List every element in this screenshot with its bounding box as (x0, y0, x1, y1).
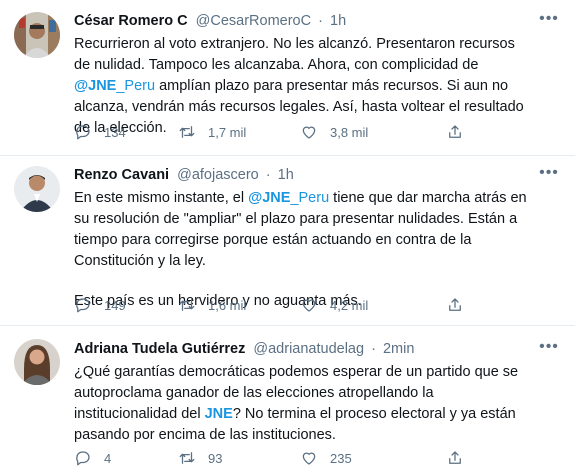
author-name[interactable]: Renzo Cavani (74, 167, 169, 183)
tweet[interactable]: Renzo Cavani @afojascero · 1h ••• En est… (0, 156, 575, 326)
reply-count: 134 (104, 124, 126, 140)
retweet-icon (179, 126, 195, 138)
tweet[interactable]: César Romero C @CesarRomeroC · 1h ••• Re… (0, 0, 575, 156)
retweet-count: 1,6 mil (208, 297, 247, 313)
reply-count: 149 (104, 297, 126, 313)
tweet-actions: 4 93 235 (74, 448, 515, 468)
avatar[interactable] (14, 339, 60, 385)
mention-link[interactable]: @JNE_Peru (74, 78, 155, 94)
share-button[interactable] (446, 448, 476, 468)
mention-bold: JNE (204, 406, 233, 422)
mention-bold: @JNE (74, 78, 117, 94)
mention-rest: _Peru (290, 190, 330, 206)
reply-icon (76, 451, 90, 466)
like-count: 3,8 mil (330, 124, 369, 140)
heart-icon (302, 452, 316, 465)
tweet-text: ¿Qué garantías democráticas podemos espe… (74, 362, 532, 446)
retweet-icon (179, 299, 195, 311)
reply-count: 4 (104, 450, 112, 466)
tweet-text-part: Recurrieron al voto extranjero. No les a… (74, 36, 515, 73)
more-options-icon[interactable]: ••• (539, 339, 559, 360)
tweet-text-part: En este mismo instante, el (74, 190, 249, 206)
mention-link[interactable]: @JNE_Peru (248, 190, 329, 206)
tweet-actions: 134 1,7 mil 3,8 mil (74, 122, 515, 142)
tweet-paragraph: En este mismo instante, el @JNE_Peru tie… (74, 188, 532, 272)
like-count: 235 (330, 450, 352, 466)
share-icon (449, 298, 461, 311)
tweet-actions: 149 1,6 mil 4,2 mil (74, 295, 515, 315)
author-handle[interactable]: @afojascero (177, 167, 259, 183)
avatar[interactable] (14, 12, 60, 58)
like-button[interactable]: 4,2 mil (300, 295, 368, 315)
reply-button[interactable]: 4 (74, 448, 111, 468)
tweet-time[interactable]: 1h (278, 167, 294, 183)
author-handle[interactable]: @CesarRomeroC (196, 13, 311, 29)
separator-dot: · (318, 13, 323, 29)
mention-link[interactable]: JNE (205, 406, 233, 422)
tweet-header: Adriana Tudela Gutiérrez @adrianatudelag… (74, 339, 535, 359)
tweet-header: César Romero C @CesarRomeroC · 1h (74, 11, 535, 31)
retweet-count: 1,7 mil (208, 124, 247, 140)
author-name[interactable]: Adriana Tudela Gutiérrez (74, 341, 245, 357)
retweet-count: 93 (208, 450, 223, 466)
reply-button[interactable]: 149 (74, 295, 126, 315)
retweet-button[interactable]: 1,7 mil (178, 122, 246, 142)
more-options-icon[interactable]: ••• (539, 11, 559, 32)
author-name[interactable]: César Romero C (74, 13, 188, 29)
tweet-text: En este mismo instante, el @JNE_Peru tie… (74, 188, 532, 312)
tweet-feed: César Romero C @CesarRomeroC · 1h ••• Re… (0, 0, 575, 475)
like-button[interactable]: 235 (300, 448, 352, 468)
tweet[interactable]: Adriana Tudela Gutiérrez @adrianatudelag… (0, 326, 575, 475)
like-count: 4,2 mil (330, 297, 369, 313)
author-handle[interactable]: @adrianatudelag (253, 341, 364, 357)
heart-icon (302, 126, 316, 139)
like-button[interactable]: 3,8 mil (300, 122, 368, 142)
share-icon (449, 125, 461, 138)
mention-bold: @JNE (248, 190, 291, 206)
tweet-header: Renzo Cavani @afojascero · 1h (74, 165, 535, 185)
tweet-time[interactable]: 2min (383, 341, 414, 357)
heart-icon (302, 299, 316, 312)
separator-dot: · (371, 341, 376, 357)
retweet-button[interactable]: 93 (178, 448, 222, 468)
reply-icon (76, 298, 90, 313)
tweet-time[interactable]: 1h (330, 13, 346, 29)
share-button[interactable] (446, 122, 476, 142)
share-icon (449, 451, 461, 464)
retweet-button[interactable]: 1,6 mil (178, 295, 246, 315)
reply-icon (76, 125, 90, 140)
share-button[interactable] (446, 295, 476, 315)
avatar[interactable] (14, 166, 60, 212)
more-options-icon[interactable]: ••• (539, 165, 559, 186)
mention-rest: _Peru (116, 78, 156, 94)
separator-dot: · (265, 167, 271, 183)
reply-button[interactable]: 134 (74, 122, 126, 142)
retweet-icon (179, 452, 195, 464)
